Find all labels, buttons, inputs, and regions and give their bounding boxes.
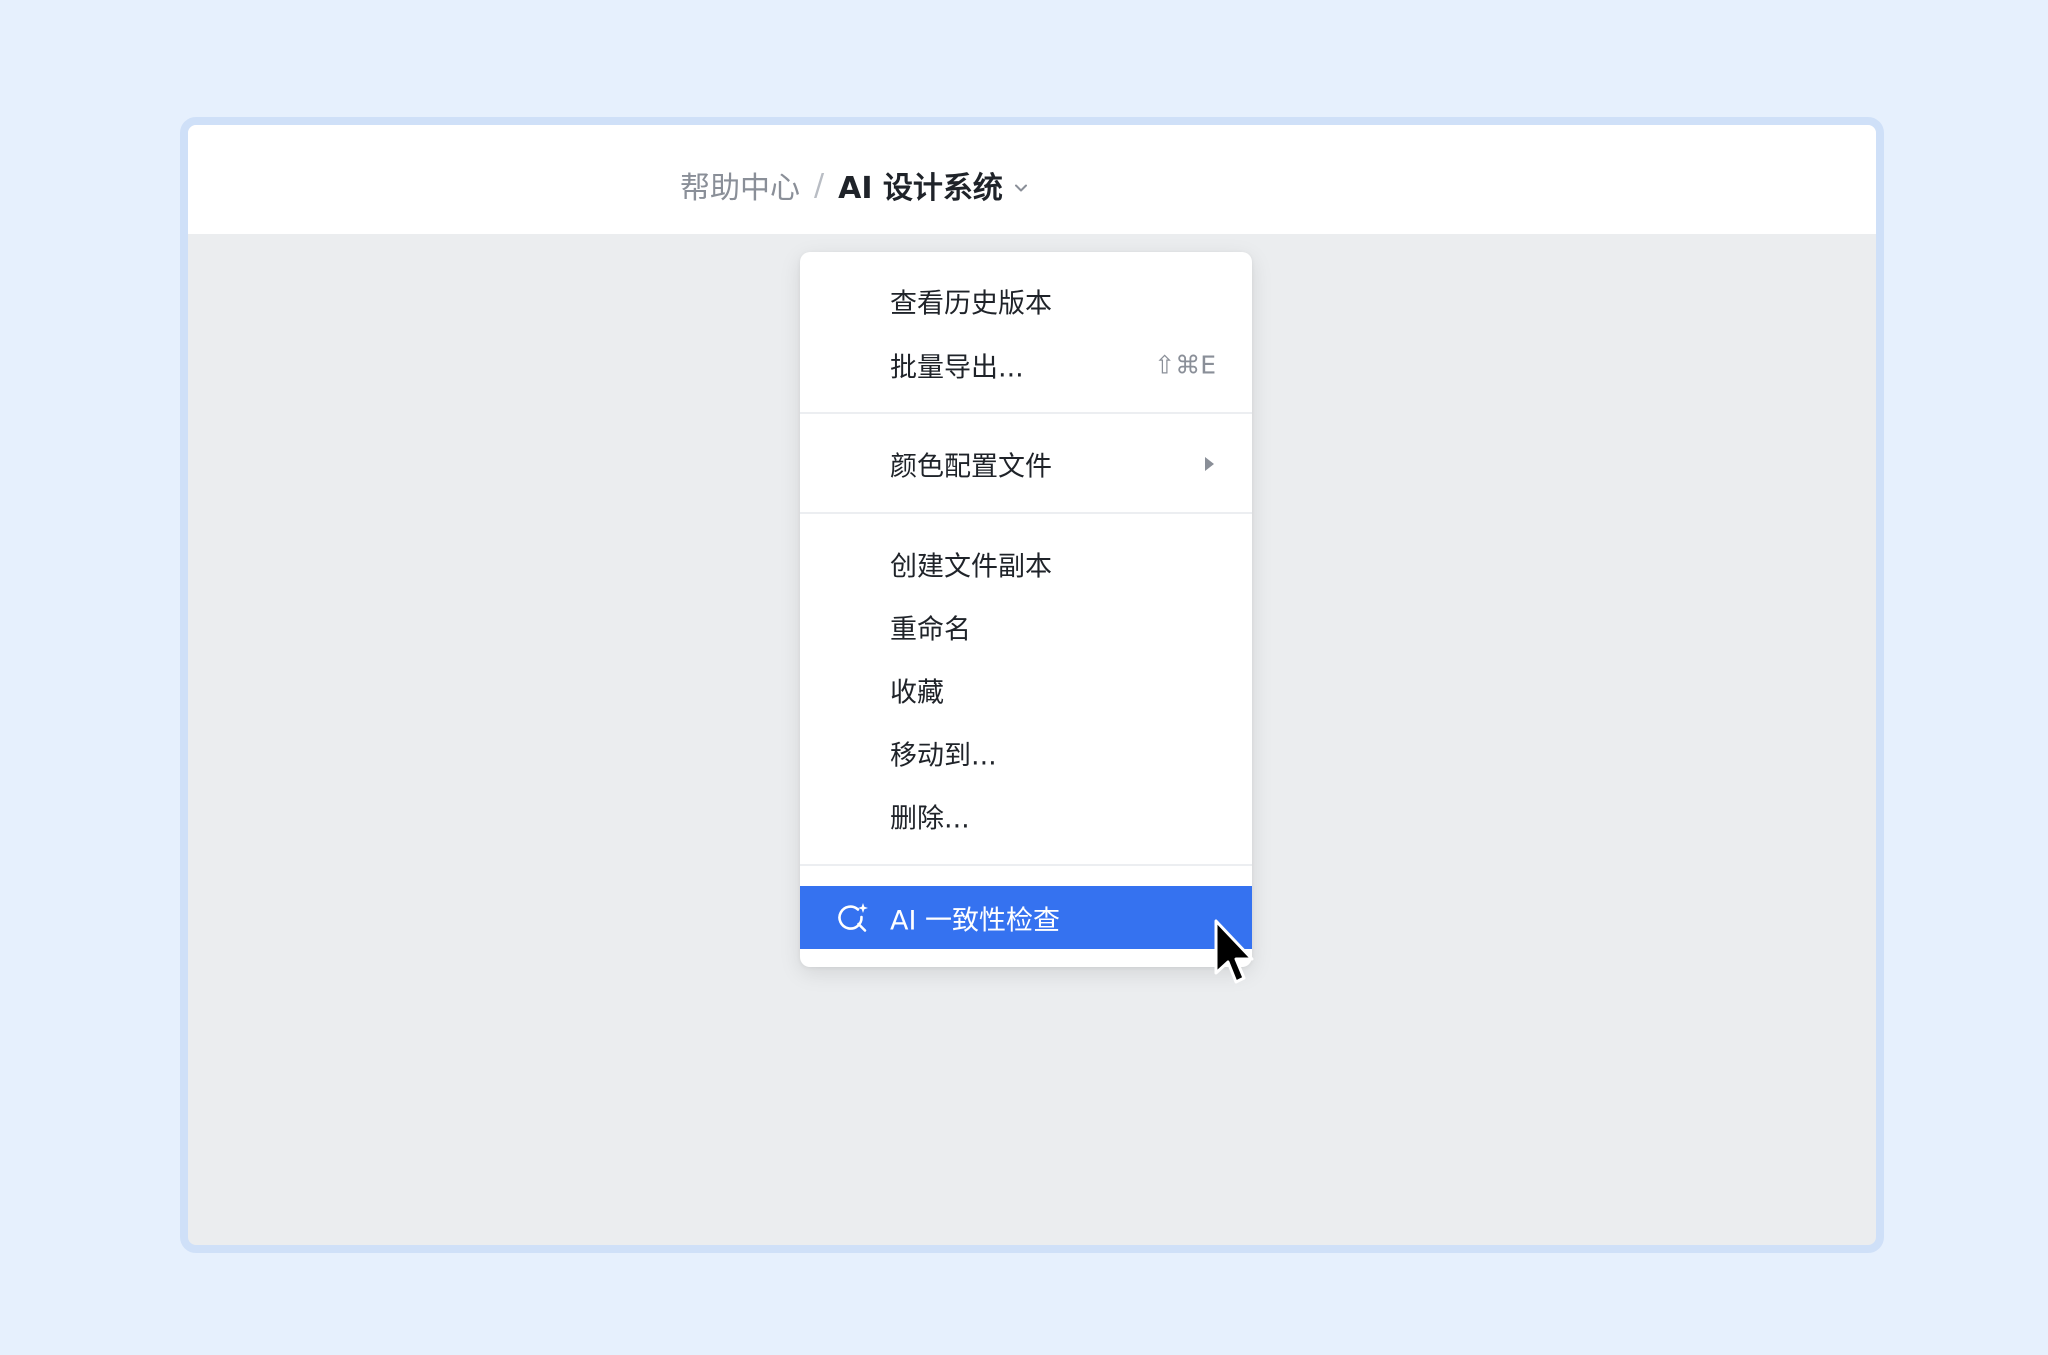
shortcut-hint: ⇧⌘E xyxy=(1154,350,1216,379)
menu-item-ai-consistency-check[interactable]: AI 一致性检查 xyxy=(800,886,1252,949)
menu-item-label: 删除... xyxy=(890,803,970,834)
file-context-menu: 查看历史版本 批量导出... ⇧⌘E 颜色配置文件 创建文件副本 重命名 收藏 … xyxy=(800,252,1252,967)
ai-sparkle-search-icon xyxy=(838,902,868,932)
menu-item-duplicate[interactable]: 创建文件副本 xyxy=(800,532,1252,595)
menu-item-view-history[interactable]: 查看历史版本 xyxy=(800,269,1252,332)
menu-item-label: 创建文件副本 xyxy=(890,551,1052,582)
menu-item-rename[interactable]: 重命名 xyxy=(800,595,1252,658)
breadcrumb-current-file[interactable]: AI 设计系统 xyxy=(838,163,1003,207)
menu-item-label: 移动到... xyxy=(890,740,997,771)
menu-item-move-to[interactable]: 移动到... xyxy=(800,721,1252,784)
menu-item-color-profile[interactable]: 颜色配置文件 xyxy=(800,432,1252,495)
menu-item-delete[interactable]: 删除... xyxy=(800,784,1252,847)
breadcrumb: 帮助中心 / AI 设计系统 xyxy=(680,163,1029,207)
menu-item-favorite[interactable]: 收藏 xyxy=(800,658,1252,721)
chevron-right-icon xyxy=(1205,456,1214,471)
menu-divider xyxy=(800,864,1252,866)
breadcrumb-parent-link[interactable]: 帮助中心 xyxy=(680,163,800,207)
menu-divider xyxy=(800,512,1252,514)
menu-item-label: 查看历史版本 xyxy=(890,288,1052,319)
menu-item-label: 收藏 xyxy=(890,677,944,708)
breadcrumb-separator: / xyxy=(814,167,825,203)
top-bar: 帮助中心 / AI 设计系统 xyxy=(188,125,1876,234)
mouse-pointer-icon xyxy=(1214,919,1254,984)
menu-item-batch-export[interactable]: 批量导出... ⇧⌘E xyxy=(800,333,1252,396)
chevron-down-icon[interactable] xyxy=(1013,180,1029,196)
menu-item-label: AI 一致性检查 xyxy=(890,905,1061,936)
menu-item-label: 批量导出... xyxy=(890,352,1024,383)
menu-item-label: 重命名 xyxy=(890,614,971,645)
menu-divider xyxy=(800,412,1252,414)
menu-item-label: 颜色配置文件 xyxy=(890,451,1052,482)
